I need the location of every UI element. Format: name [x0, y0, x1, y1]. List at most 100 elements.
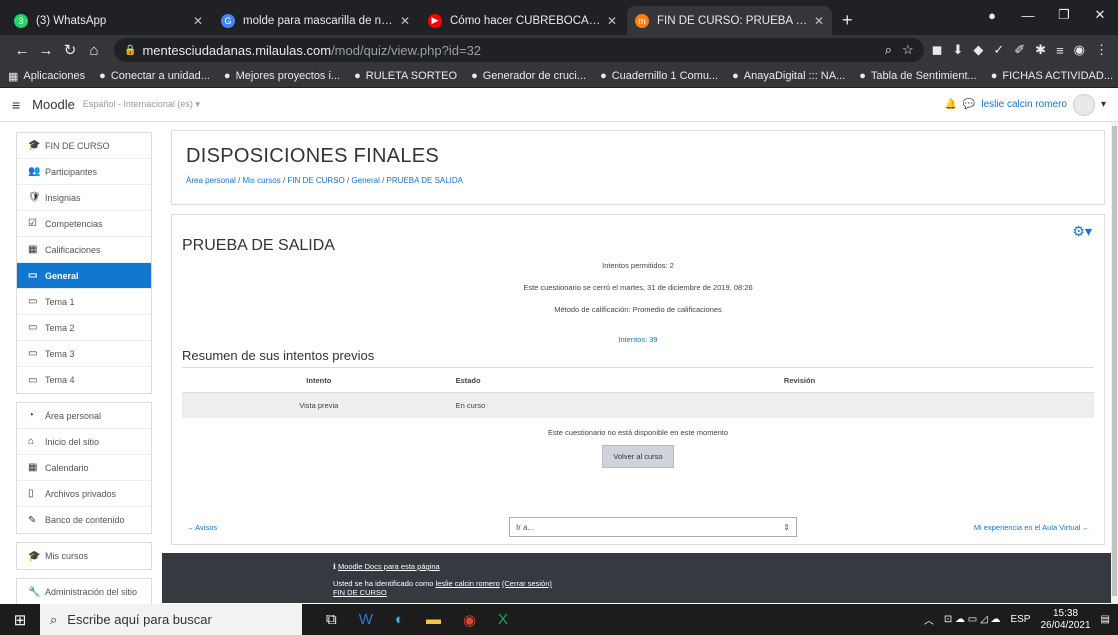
close-window-button[interactable]: ✕ [1082, 0, 1118, 30]
breadcrumb-item[interactable]: FIN DE CURSO [287, 176, 344, 185]
bookmark-icon: ● [732, 70, 739, 82]
extension-icon[interactable]: ⬇ [952, 42, 963, 58]
reload-icon[interactable]: ↻ [58, 41, 82, 59]
puzzle-icon[interactable]: ✱ [1035, 42, 1046, 58]
menu-icon[interactable]: ⋮ [1095, 42, 1108, 58]
language-indicator[interactable]: ESP [1010, 614, 1030, 625]
back-to-course-button[interactable]: Volver al curso [602, 445, 674, 468]
excel-icon[interactable]: X [498, 611, 508, 629]
clock[interactable]: 15:38 26/04/2021 [1040, 608, 1090, 632]
docs-link[interactable]: Moodle Docs para esta página [338, 562, 440, 571]
extension-icon[interactable]: ✓ [993, 42, 1004, 58]
bookmark-item[interactable]: ● AnayaDigital ::: NA... [732, 70, 845, 82]
star-icon[interactable]: ☆ [902, 42, 914, 58]
extension-icon[interactable]: ✐ [1014, 42, 1025, 58]
forward-icon[interactable]: → [34, 42, 58, 59]
page-scrollbar[interactable] [1111, 122, 1118, 604]
taskbar-search[interactable]: ⌕ Escribe aquí para buscar [40, 604, 302, 635]
drawer-toggle-icon[interactable]: ≡ [12, 97, 20, 113]
windows-start-icon[interactable]: ⊞ [0, 611, 40, 629]
breadcrumb-item[interactable]: PRUEBA DE SALIDA [387, 176, 463, 185]
close-tab-icon[interactable]: ✕ [193, 14, 203, 28]
gear-icon[interactable]: ⚙▾ [1072, 223, 1092, 240]
sidebar-item-tema-3[interactable]: ▭ Tema 3 [17, 341, 151, 367]
new-tab-button[interactable]: + [834, 6, 861, 35]
bookmark-item[interactable]: ● Conectar a unidad... [99, 70, 210, 82]
back-icon[interactable]: ← [10, 42, 34, 59]
notification-icon[interactable]: 🔔 [944, 99, 956, 110]
sidebar-item-tema-1[interactable]: ▭ Tema 1 [17, 289, 151, 315]
sidebar-item-admin[interactable]: 🔧 Administración del sitio [17, 579, 151, 605]
bookmark-item[interactable]: ● RULETA SORTEO [354, 70, 457, 82]
file-explorer-icon[interactable]: ▬ [426, 611, 441, 629]
word-icon[interactable]: W [359, 611, 373, 629]
activity-navigation: → Avisos Ir a... ⇕ Mi experiencia en el A… [186, 517, 1090, 537]
notification-center-icon[interactable]: ▤ [1101, 614, 1110, 625]
breadcrumb-item[interactable]: Área personal [186, 176, 236, 185]
jump-to-select[interactable]: Ir a... ⇕ [509, 517, 797, 537]
bookmark-item[interactable]: ▦ Aplicaciones [8, 70, 85, 83]
close-tab-icon[interactable]: ✕ [814, 14, 824, 28]
close-tab-icon[interactable]: ✕ [607, 14, 617, 28]
profile-icon[interactable]: ● [974, 0, 1010, 30]
task-view-icon[interactable]: ⧉ [326, 611, 337, 629]
sidebar-item-calendario[interactable]: ▦ Calendario [17, 455, 151, 481]
sidebar-item-general[interactable]: ▭ General [17, 263, 151, 289]
sidebar-item-calificaciones[interactable]: ▦ Calificaciones [17, 237, 151, 263]
sidebar-item-competencias[interactable]: ☑ Competencias [17, 211, 151, 237]
tray-chevron-icon[interactable]: ︿ [924, 612, 934, 627]
chevron-down-icon[interactable]: ▾ [1101, 99, 1106, 110]
sidebar-item-fin-de-curso[interactable]: 🎓 FIN DE CURSO [17, 133, 151, 159]
tray-icons[interactable]: ⊡ ☁ ▭ ◿ ☁ [944, 614, 1001, 625]
course-link[interactable]: FIN DE CURSO [333, 588, 387, 597]
bookmark-item[interactable]: ● Cuadernillo 1 Comu... [600, 70, 718, 82]
breadcrumb-item[interactable]: General [351, 176, 379, 185]
bookmark-icon: ● [354, 70, 361, 82]
prev-activity-link[interactable]: → Avisos [186, 523, 217, 532]
sidebar-item-tema-2[interactable]: ▭ Tema 2 [17, 315, 151, 341]
messages-icon[interactable]: 💬 [963, 99, 975, 110]
extension-icon[interactable]: ◆ [973, 42, 983, 58]
user-menu[interactable]: 🔔 💬 leslie calcin romero ▾ [944, 93, 1106, 116]
attempts-link[interactable]: Intentos: 39 [182, 335, 1094, 344]
browser-tab[interactable]: m FIN DE CURSO: PRUEBA DE SALI ✕ [627, 6, 832, 35]
minimize-button[interactable]: — [1010, 0, 1046, 30]
quiz-title: PRUEBA DE SALIDA [182, 237, 335, 254]
browser-tab[interactable]: Gmolde para mascarilla de niños - ✕ [213, 6, 418, 35]
breadcrumb-item[interactable]: Mis cursos [242, 176, 280, 185]
maximize-button[interactable]: ❐ [1046, 0, 1082, 30]
close-tab-icon[interactable]: ✕ [400, 14, 410, 28]
user-name[interactable]: leslie calcin romero [981, 99, 1067, 110]
bookmark-item[interactable]: ● Mejores proyectos i... [224, 70, 340, 82]
zoom-icon[interactable]: ⌕ [885, 42, 892, 58]
sidebar-item-label: Tema 3 [45, 348, 75, 359]
home-icon[interactable]: ⌂ [82, 42, 106, 59]
logout-link[interactable]: (Cerrar sesión) [502, 579, 552, 588]
avatar[interactable] [1072, 93, 1095, 116]
sidebar-item-mis-cursos[interactable]: 🎓 Mis cursos [17, 543, 151, 569]
edge-icon[interactable]: ◐ [395, 611, 404, 629]
sidebar-item-archivos-privados[interactable]: ▯ Archivos privados [17, 481, 151, 507]
logged-user-link[interactable]: leslie calcin romero [436, 579, 500, 588]
language-menu[interactable]: Español - Internacional (es) ▾ [83, 99, 200, 110]
next-activity-link[interactable]: Mi experiencia en el Aula Virtual ← [974, 523, 1090, 532]
sidebar-item-inicio-del-sitio[interactable]: ⌂ Inicio del sitio [17, 429, 151, 455]
bookmark-item[interactable]: ● FICHAS ACTIVIDAD... [991, 70, 1113, 82]
sidebar-item-participantes[interactable]: 👥 Participantes [17, 159, 151, 185]
nav-icon: ☑ [28, 218, 37, 229]
browser-tab[interactable]: 3 (3) WhatsApp ✕ [6, 6, 211, 35]
bookmark-item[interactable]: ● Generador de cruci... [471, 70, 586, 82]
browser-tab[interactable]: ▶ Cómo hacer CUBREBOCAS para ✕ [420, 6, 625, 35]
sidebar-item-tema-4[interactable]: ▭ Tema 4 [17, 367, 151, 393]
site-brand[interactable]: Moodle [32, 97, 75, 112]
url-field[interactable]: 🔒 mentesciudadanas.milaulas.com/mod/quiz… [114, 38, 924, 62]
bookmark-item[interactable]: ● Tabla de Sentimient... [859, 70, 976, 82]
extension-icon[interactable]: ◼ [932, 42, 943, 58]
sidebar-item-insignias[interactable]: 🛡 Insignias [17, 185, 151, 211]
nav-icon: ▭ [28, 374, 38, 386]
sidebar-item-banco-de-contenido[interactable]: ✎ Banco de contenido [17, 507, 151, 533]
sidebar-item-área-personal[interactable]: ◔ Área personal [17, 403, 151, 429]
reading-list-icon[interactable]: ≡ [1056, 43, 1064, 58]
profile-avatar-icon[interactable]: ◉ [1074, 42, 1085, 58]
chrome-icon[interactable]: ◉ [463, 611, 476, 629]
